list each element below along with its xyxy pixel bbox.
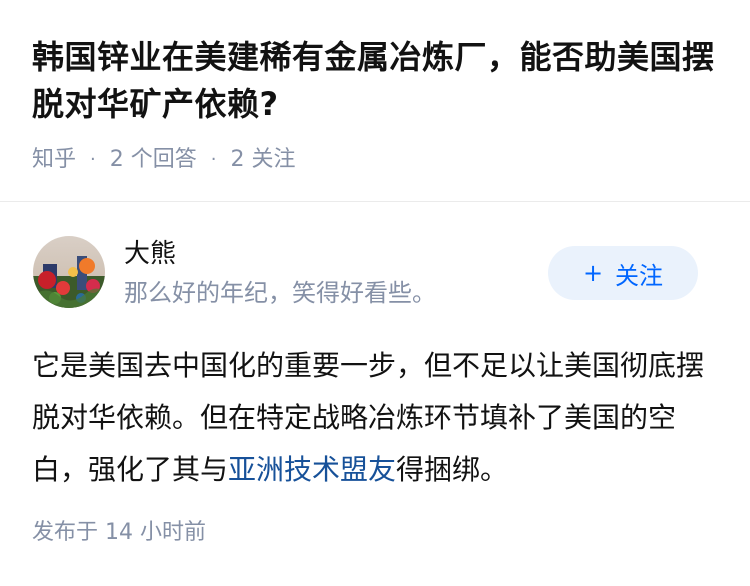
source-label[interactable]: 知乎	[32, 144, 76, 176]
avatar[interactable]	[33, 236, 105, 308]
follow-button-label: 关注	[615, 261, 664, 290]
author-name[interactable]: 大熊	[124, 236, 176, 272]
publish-time: 发布于 14 小时前	[32, 520, 206, 545]
answer-text-end: 得捆绑。	[396, 453, 509, 486]
author-bio: 那么好的年纪，笑得好看些。	[124, 279, 436, 307]
answer-body: 它是美国去中国化的重要一步，但不足以让美国彻底摆脱对华依赖。但在特定战略冶炼环节…	[32, 340, 722, 496]
answer-count[interactable]: 2 个回答	[110, 144, 197, 176]
separator-dot: ·	[210, 149, 217, 170]
question-title[interactable]: 韩国锌业在美建稀有金属冶炼厂，能否助美国摆脱对华矿产依赖?	[32, 34, 722, 128]
plus-icon: +	[582, 259, 604, 287]
question-meta: 知乎 · 2 个回答 · 2 关注	[32, 144, 295, 176]
divider	[0, 201, 750, 202]
avatar-image	[33, 236, 105, 308]
answer-link[interactable]: 亚洲技术盟友	[228, 453, 396, 486]
follow-count[interactable]: 2 关注	[230, 144, 295, 176]
separator-dot: ·	[90, 149, 96, 170]
follow-button[interactable]: + 关注	[548, 246, 698, 300]
